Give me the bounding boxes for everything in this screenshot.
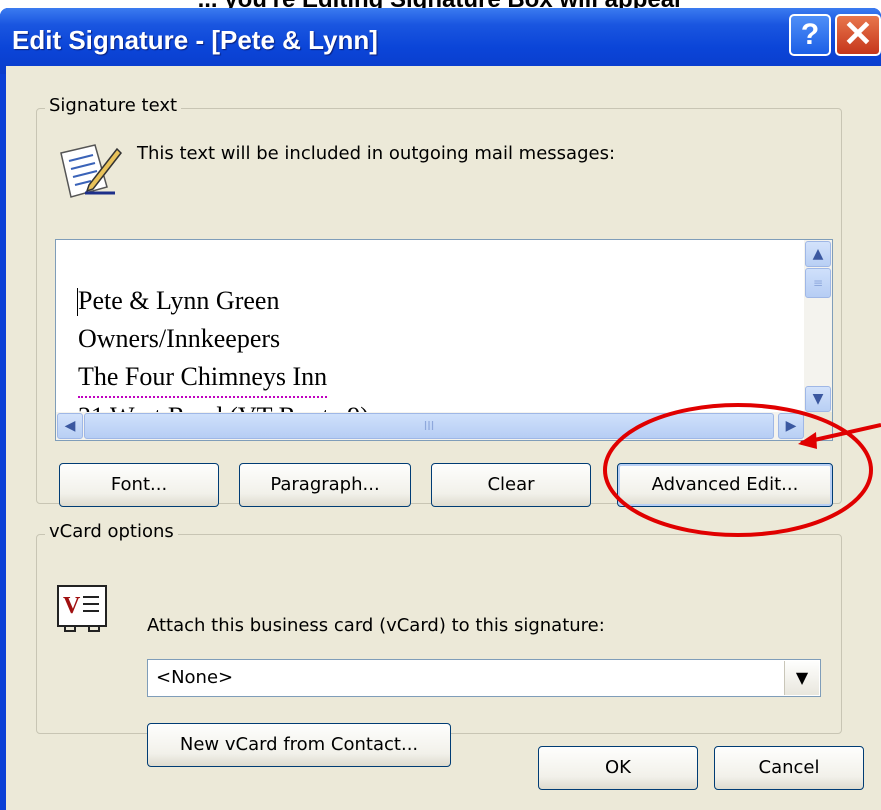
advanced-edit-button[interactable]: Advanced Edit... bbox=[617, 463, 833, 507]
signature-text-group: Signature text This text will be include… bbox=[36, 95, 842, 507]
dropdown-arrow-icon[interactable]: ▼ bbox=[784, 661, 819, 695]
vcard-select[interactable]: <None> ▼ bbox=[147, 659, 821, 697]
scroll-down-icon[interactable]: ▼ bbox=[805, 386, 831, 412]
vcard-selected-value: <None> bbox=[156, 667, 234, 688]
signature-group-label: Signature text bbox=[45, 95, 182, 116]
vcard-options-group: vCard options V Attach this business car… bbox=[36, 521, 842, 767]
horizontal-scrollbar[interactable]: ◀ III ▶ bbox=[56, 412, 806, 440]
scrollbar-corner bbox=[804, 412, 832, 440]
close-icon[interactable]: ✕ bbox=[835, 14, 881, 56]
paragraph-button[interactable]: Paragraph... bbox=[239, 463, 411, 507]
signature-line: The Four Chimneys Inn bbox=[78, 358, 328, 398]
horizontal-scroll-thumb[interactable]: III bbox=[84, 413, 774, 439]
new-vcard-button[interactable]: New vCard from Contact... bbox=[147, 723, 451, 767]
signature-editor[interactable]: Pete & Lynn Green Owners/Innkeepers The … bbox=[55, 239, 833, 441]
svg-text:V: V bbox=[63, 593, 81, 619]
signature-line: Owners/Innkeepers bbox=[78, 324, 281, 353]
cancel-button[interactable]: Cancel bbox=[714, 746, 864, 790]
dialog-body: Signature text This text will be include… bbox=[6, 66, 881, 810]
font-button[interactable]: Font... bbox=[59, 463, 219, 507]
ok-button[interactable]: OK bbox=[538, 746, 698, 790]
signature-edit-icon bbox=[60, 144, 122, 198]
scroll-up-icon[interactable]: ▲ bbox=[805, 241, 831, 267]
signature-description: This text will be included in outgoing m… bbox=[137, 143, 616, 164]
vcard-attach-label: Attach this business card (vCard) to thi… bbox=[147, 615, 605, 636]
scroll-left-icon[interactable]: ◀ bbox=[57, 413, 83, 439]
vcard-icon: V bbox=[57, 585, 107, 632]
edit-signature-dialog: Edit Signature - [Pete & Lynn] ? ✕ Signa… bbox=[0, 8, 881, 810]
title-bar[interactable]: Edit Signature - [Pete & Lynn] ? ✕ bbox=[0, 8, 881, 74]
window-title: Edit Signature - [Pete & Lynn] bbox=[12, 25, 378, 55]
scroll-right-icon[interactable]: ▶ bbox=[778, 413, 804, 439]
clear-button[interactable]: Clear bbox=[431, 463, 591, 507]
vertical-scroll-thumb[interactable]: ≡ bbox=[805, 268, 831, 298]
help-icon[interactable]: ? bbox=[789, 14, 831, 56]
signature-line: Pete & Lynn Green bbox=[78, 286, 280, 315]
vcard-group-label: vCard options bbox=[45, 521, 178, 542]
vertical-scrollbar[interactable]: ▲ ≡ ▼ bbox=[804, 240, 832, 414]
